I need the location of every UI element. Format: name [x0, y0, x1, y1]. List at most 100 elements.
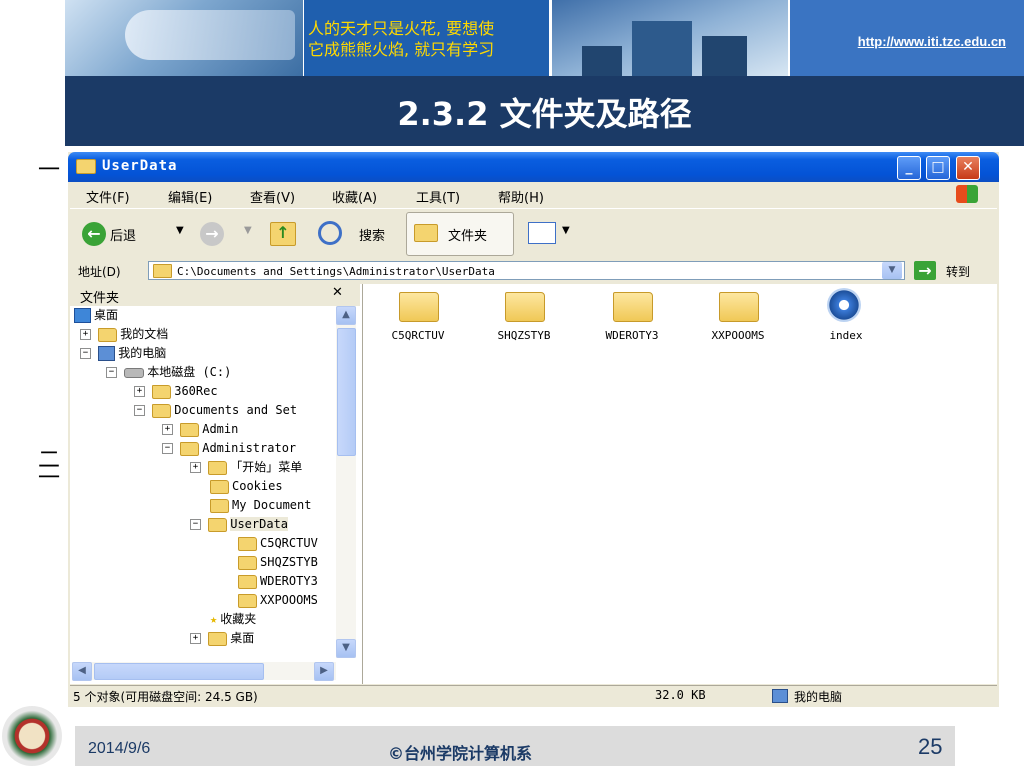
- tree-item-desktop[interactable]: 桌面: [74, 306, 118, 325]
- tree-horizontal-scrollbar[interactable]: ◀ ▶: [72, 662, 336, 681]
- tree-item-360rec[interactable]: + 360Rec: [134, 382, 218, 401]
- folder-tree: 桌面 + 我的文档 − 我的电脑 − 本地磁盘 (C:) + 360Rec − …: [72, 306, 334, 658]
- tree-item-my-documents[interactable]: + 我的文档: [80, 325, 168, 344]
- tree-item-admin[interactable]: + Admin: [162, 420, 238, 439]
- expand-icon[interactable]: +: [190, 633, 201, 644]
- hscroll-thumb[interactable]: [94, 663, 264, 680]
- address-label: 地址(D): [78, 265, 121, 279]
- tree-item-xxpooooms[interactable]: XXPOOOMS: [238, 591, 318, 610]
- status-location: 我的电脑: [794, 690, 843, 704]
- quote-line-2: 它成熊熊火焰, 就只有学习: [308, 40, 495, 59]
- folder-icon: [505, 292, 545, 322]
- folder-icon: [152, 384, 172, 399]
- collapse-icon[interactable]: −: [162, 443, 173, 454]
- slide-title: 2.3.2 文件夹及路径: [65, 76, 1024, 146]
- folder-icon: [210, 498, 229, 513]
- status-size: 32.0 KB: [655, 688, 706, 702]
- tree-item-administrator[interactable]: − Administrator: [162, 439, 296, 458]
- address-folder-icon: [153, 264, 172, 278]
- collapse-icon[interactable]: −: [190, 519, 201, 530]
- tree-item-shqzstyb[interactable]: SHQZSTYB: [238, 553, 318, 572]
- search-button-label[interactable]: 搜索: [359, 225, 385, 244]
- star-icon: ★: [210, 612, 218, 626]
- status-bar: 5 个对象(可用磁盘空间: 24.5 GB) 32.0 KB 我的电脑: [70, 685, 997, 706]
- scroll-left-icon[interactable]: ◀: [72, 662, 92, 681]
- back-dropdown-icon[interactable]: ▼: [176, 225, 184, 236]
- scroll-thumb[interactable]: [337, 328, 356, 456]
- window-title: UserData: [102, 158, 178, 174]
- tree-item-userdata[interactable]: − UserData: [190, 515, 289, 534]
- folder-icon: [208, 460, 228, 475]
- expand-icon[interactable]: +: [190, 462, 201, 473]
- tree-vertical-scrollbar[interactable]: ▲ ▼: [336, 306, 356, 658]
- tree-item-my-computer[interactable]: − 我的电脑: [80, 344, 166, 363]
- menu-favorites[interactable]: 收藏(A): [332, 187, 377, 206]
- expand-icon[interactable]: +: [134, 386, 145, 397]
- tree-item-local-disk[interactable]: − 本地磁盘 (C:): [106, 363, 231, 382]
- window-titlebar[interactable]: UserData _ □ ✕: [68, 152, 999, 182]
- status-computer-icon: [772, 689, 788, 703]
- footer-copyright: ©台州学院计算机系: [388, 744, 533, 763]
- folder-icon: [152, 403, 172, 418]
- menu-edit[interactable]: 编辑(E): [168, 187, 212, 206]
- tree-item-c5qrctuv[interactable]: C5QRCTUV: [238, 534, 318, 553]
- folders-pane-header: 文件夹 ✕: [70, 284, 360, 306]
- back-button-label[interactable]: 后退: [110, 225, 136, 244]
- maximize-button[interactable]: □: [926, 156, 950, 180]
- folder-icon: [399, 292, 439, 322]
- menu-bar: 文件(F) 编辑(E) 查看(V) 收藏(A) 工具(T) 帮助(H): [70, 182, 997, 208]
- folder-icon: [238, 555, 257, 570]
- up-folder-icon[interactable]: ↑: [270, 222, 296, 246]
- address-input[interactable]: C:\Documents and Settings\Administrator\…: [148, 261, 905, 280]
- folder-icon: [180, 422, 200, 437]
- tree-item-start-menu[interactable]: + 「开始」菜单: [190, 458, 302, 477]
- collapse-icon[interactable]: −: [106, 367, 117, 378]
- page-number: 25: [918, 734, 943, 759]
- tree-item-documents-and-settings[interactable]: − Documents and Set: [134, 401, 297, 420]
- file-label: WDEROTY3: [605, 329, 659, 342]
- scroll-right-icon[interactable]: ▶: [314, 662, 334, 681]
- collapse-icon[interactable]: −: [134, 405, 145, 416]
- documents-folder-icon: [98, 327, 118, 342]
- menu-tools[interactable]: 工具(T): [416, 187, 460, 206]
- tree-item-favorites[interactable]: ★ 收藏夹: [210, 610, 256, 629]
- back-icon[interactable]: ←: [82, 222, 106, 246]
- collapse-icon[interactable]: −: [80, 348, 91, 359]
- tree-item-desktop-2[interactable]: + 桌面: [190, 629, 254, 648]
- forward-icon[interactable]: →: [200, 222, 224, 246]
- quote-line-1: 人的天才只是火花, 要想使: [308, 19, 495, 38]
- close-button[interactable]: ✕: [956, 156, 980, 180]
- file-label: index: [829, 329, 863, 342]
- views-dropdown-icon[interactable]: ▼: [562, 225, 570, 236]
- tree-item-cookies[interactable]: Cookies: [210, 477, 283, 496]
- go-arrow-icon[interactable]: →: [914, 261, 936, 280]
- expand-icon[interactable]: +: [162, 424, 173, 435]
- footer-date: 2014/9/6: [88, 740, 151, 757]
- folder-icon: [208, 631, 228, 646]
- forward-dropdown-icon[interactable]: ▼: [244, 225, 252, 236]
- tree-item-my-documents-folder[interactable]: My Document: [210, 496, 311, 515]
- media-file-icon: [827, 288, 861, 322]
- menu-file[interactable]: 文件(F): [86, 187, 130, 206]
- scroll-up-icon[interactable]: ▲: [336, 306, 356, 325]
- go-button-label[interactable]: 转到: [946, 263, 970, 280]
- folders-pane-title: 文件夹: [80, 291, 120, 306]
- minimize-button[interactable]: _: [897, 156, 921, 180]
- toolbar: ← 后退 ▼ → ▼ ↑ 搜索 文件夹 ▼: [70, 208, 997, 260]
- search-icon[interactable]: [318, 221, 342, 245]
- folders-pane-close-icon[interactable]: ✕: [332, 285, 343, 300]
- menu-help[interactable]: 帮助(H): [498, 187, 544, 206]
- folder-icon: [613, 292, 653, 322]
- banner-image-left: [65, 0, 303, 76]
- folder-icon: [238, 574, 257, 589]
- expand-icon[interactable]: +: [80, 329, 91, 340]
- scroll-down-icon[interactable]: ▼: [336, 639, 356, 658]
- menu-view[interactable]: 查看(V): [250, 187, 295, 206]
- folder-icon: [210, 479, 229, 494]
- file-view: C5QRCTUV SHQZSTYB WDEROTY3 XXPOOOMS inde…: [363, 284, 997, 684]
- website-link[interactable]: http://www.iti.tzc.edu.cn: [858, 34, 1006, 49]
- address-dropdown-icon[interactable]: ▼: [882, 262, 902, 279]
- views-icon[interactable]: [528, 222, 556, 244]
- tree-item-wderoty3[interactable]: WDEROTY3: [238, 572, 318, 591]
- windows-logo-icon: [956, 185, 978, 203]
